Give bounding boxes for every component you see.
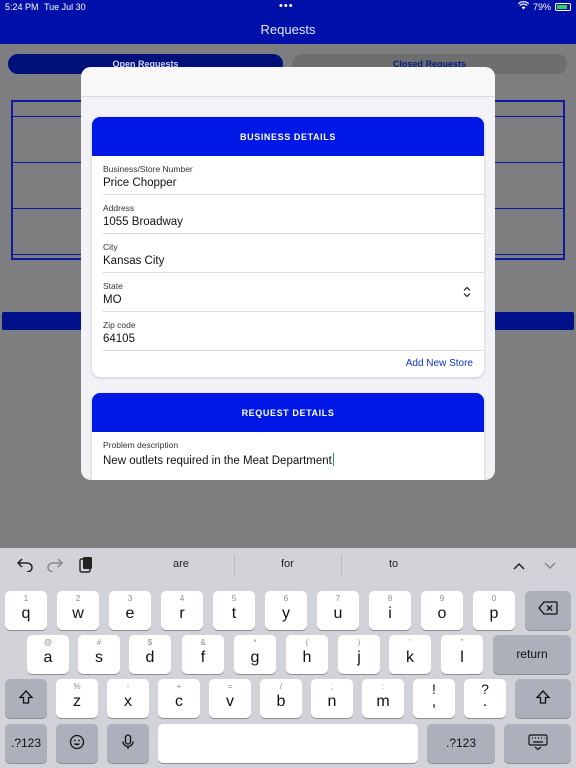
business-details-header: BUSINESS DETAILS [92, 117, 484, 156]
shift-icon [515, 689, 571, 709]
city-field[interactable]: City Kansas City [103, 234, 484, 273]
keyboard-hide-icon [504, 734, 571, 754]
suggestion-3[interactable]: to [389, 558, 398, 570]
key-h[interactable]: (h [286, 635, 328, 674]
hide-keyboard-key[interactable] [504, 724, 571, 763]
emoji-key[interactable] [56, 724, 98, 763]
field-value: MO [103, 294, 122, 306]
key-b[interactable]: / b [260, 679, 302, 718]
field-value: 1055 Broadway [103, 216, 183, 228]
key-s[interactable]: # s [78, 635, 120, 674]
key-d[interactable]: $ d [129, 635, 171, 674]
key-n[interactable]: ; n [311, 679, 353, 718]
suggestion-2[interactable]: for [281, 558, 294, 570]
key-u[interactable]: 7u [317, 591, 359, 630]
emoji-icon [56, 734, 98, 754]
zip-code-field[interactable]: Zip code 64105 [103, 312, 484, 351]
field-value: 64105 [103, 333, 135, 345]
key-v[interactable]: = v [209, 679, 251, 718]
status-date: Tue Jul 30 [44, 2, 86, 12]
key-t[interactable]: 5t [213, 591, 255, 630]
problem-description-text: New outlets required in the Meat Departm… [103, 455, 332, 467]
key-q[interactable]: 1q [5, 591, 47, 630]
dictation-key[interactable] [107, 724, 149, 763]
shift-icon [5, 689, 47, 709]
wifi-icon [517, 1, 530, 12]
microphone-icon [107, 734, 149, 754]
business-details-card: BUSINESS DETAILS Business/Store Number P… [92, 117, 484, 377]
key-a[interactable]: @ a [27, 635, 69, 674]
key-r[interactable]: 4r [161, 591, 203, 630]
field-value: Price Chopper [103, 177, 177, 189]
return-key[interactable]: return [493, 635, 571, 674]
text-cursor [332, 453, 334, 466]
battery-icon [555, 3, 571, 11]
battery-percent: 79% [533, 2, 552, 12]
key-z[interactable]: % z [56, 679, 98, 718]
field-label: City [103, 242, 118, 252]
key-i[interactable]: 8i [369, 591, 411, 630]
key-g[interactable]: * g [234, 635, 276, 674]
field-label: Business/Store Number [103, 164, 193, 174]
field-label: State [103, 281, 123, 291]
key-l[interactable]: " l [441, 635, 483, 674]
key-c[interactable]: + c [158, 679, 200, 718]
undo-icon[interactable] [16, 556, 34, 577]
new-request-modal: BUSINESS DETAILS Business/Store Number P… [81, 67, 495, 480]
paste-icon[interactable] [78, 556, 94, 579]
backspace-icon [525, 601, 571, 619]
modal-top-bar [81, 67, 495, 97]
request-details-header: REQUEST DETAILS [92, 393, 484, 432]
store-number-field[interactable]: Business/Store Number Price Chopper [103, 156, 484, 195]
suggestion-1[interactable]: are [173, 558, 189, 570]
field-label: Address [103, 203, 135, 213]
key-comma[interactable]: !, [413, 679, 455, 718]
field-label: Problem description [103, 440, 179, 450]
numbers-key-left[interactable]: .?123 [5, 724, 47, 763]
redo-icon[interactable] [46, 556, 64, 577]
key-o[interactable]: 9o [421, 591, 463, 630]
multitasking-dots-icon[interactable]: ••• [279, 0, 294, 12]
key-x[interactable]: -x [107, 679, 149, 718]
status-bar: 5:24 PM Tue Jul 30 ••• 79% [0, 0, 576, 16]
key-f[interactable]: & f [182, 635, 224, 674]
field-value: New outlets required in the Meat Departm… [103, 453, 334, 467]
address-field[interactable]: Address 1055 Broadway [103, 195, 484, 234]
field-label: Zip code [103, 320, 136, 330]
key-period[interactable]: ?. [464, 679, 506, 718]
backspace-key[interactable] [525, 591, 571, 630]
key-j[interactable]: ) j [338, 635, 380, 674]
chevron-down-icon[interactable] [543, 558, 557, 576]
problem-description-field[interactable]: Problem description New outlets required… [103, 432, 484, 471]
space-bar[interactable] [158, 724, 418, 763]
shift-key-right[interactable] [515, 679, 571, 718]
page-title: Requests [260, 22, 316, 37]
shift-key-left[interactable] [5, 679, 47, 718]
request-details-card: REQUEST DETAILS Problem description New … [92, 393, 484, 480]
key-m[interactable]: :m [362, 679, 404, 718]
key-y[interactable]: 6y [265, 591, 307, 630]
numbers-key-right[interactable]: .?123 [427, 724, 495, 763]
updown-chevron-icon [462, 286, 472, 299]
state-select[interactable]: State MO [103, 273, 484, 312]
key-k[interactable]: ' k [389, 635, 431, 674]
chevron-up-icon[interactable] [512, 558, 526, 576]
key-w[interactable]: 2w [57, 591, 99, 630]
status-time: 5:24 PM [5, 2, 39, 12]
key-p[interactable]: 0p [473, 591, 515, 630]
field-value: Kansas City [103, 255, 165, 267]
key-e[interactable]: 3e [109, 591, 151, 630]
nav-bar: Requests [0, 16, 576, 44]
add-new-store-link[interactable]: Add New Store [406, 358, 473, 369]
on-screen-keyboard: are for to 1q 2w 3e 4r 5t 6y 7u 8i 9o 0p… [0, 548, 576, 768]
